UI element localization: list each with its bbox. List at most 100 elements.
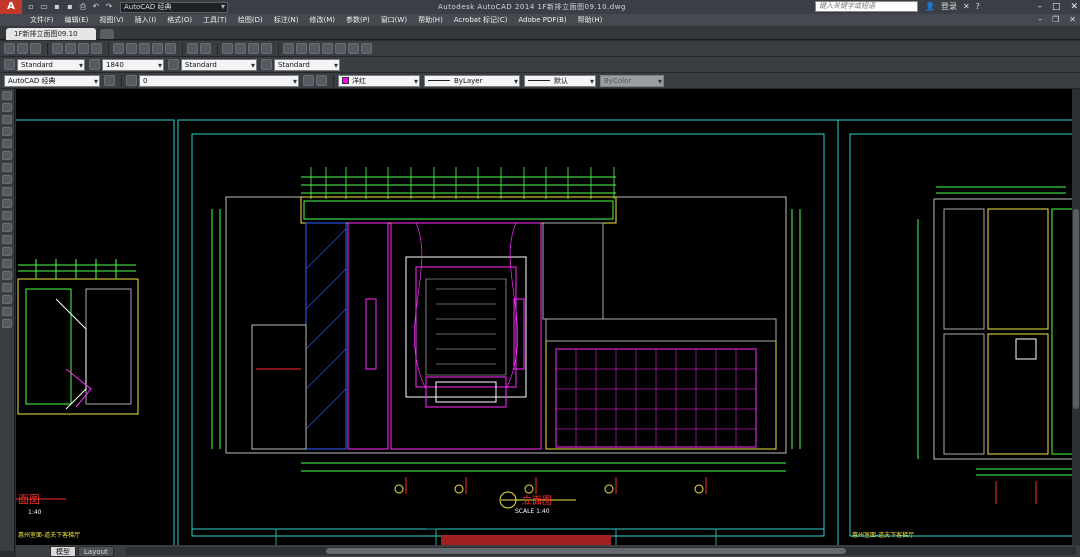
mleader-style-select[interactable]: Standard (274, 58, 340, 71)
preview-button[interactable] (65, 43, 76, 54)
help-icon[interactable]: ? (976, 0, 980, 14)
table-style-icon[interactable] (168, 59, 179, 70)
save-icon[interactable]: ▪ (52, 2, 62, 12)
drawing-canvas[interactable]: 面图 1:40 惠州室面-道夫下客梯厅 立面图 SCALE 1:40 惠州室面-… (16, 89, 1080, 545)
gradient-icon[interactable] (2, 271, 12, 280)
copy-button[interactable] (126, 43, 137, 54)
layer-select[interactable]: 0 (139, 74, 299, 87)
undo-button[interactable] (187, 43, 198, 54)
save-button[interactable] (30, 43, 41, 54)
plot-icon[interactable]: ⎙ (78, 2, 88, 12)
arc-icon[interactable] (2, 151, 12, 160)
zoom-window-button[interactable] (248, 43, 259, 54)
horizontal-scroll-thumb[interactable] (326, 548, 846, 554)
revcloud-icon[interactable] (2, 175, 12, 184)
menu-dimension[interactable]: 标注(N) (274, 15, 299, 25)
maximize-icon[interactable]: □ (1052, 0, 1061, 14)
user-icon[interactable]: 👤 (925, 0, 935, 14)
menu-help-2[interactable]: 帮助(H) (578, 15, 603, 25)
tab-model[interactable]: 模型 (50, 546, 76, 557)
menu-parametric[interactable]: 参数(P) (346, 15, 370, 25)
minimize-icon[interactable]: – (1037, 0, 1042, 14)
menu-edit[interactable]: 编辑(E) (65, 15, 89, 25)
menu-draw[interactable]: 绘图(D) (238, 15, 263, 25)
workspace-settings-icon[interactable] (104, 75, 115, 86)
color-select[interactable]: 洋红 (338, 74, 420, 87)
spline-icon[interactable] (2, 187, 12, 196)
new-tab-button[interactable] (100, 29, 114, 39)
workspace-combo[interactable]: AutoCAD 经典 (4, 74, 100, 87)
markup-button[interactable] (335, 43, 346, 54)
text-style-select[interactable]: Standard (17, 58, 85, 71)
close-icon[interactable]: ✕ (1070, 0, 1078, 14)
block-editor-button[interactable] (165, 43, 176, 54)
lineweight-select[interactable]: 默认 (524, 74, 596, 87)
doc-close-icon[interactable]: ✕ (1069, 14, 1076, 26)
workspace-select[interactable]: AutoCAD 经典 (120, 1, 228, 13)
match-properties-button[interactable] (152, 43, 163, 54)
open-icon[interactable]: ▭ (39, 2, 49, 12)
sheet-set-button[interactable] (322, 43, 333, 54)
undo-icon[interactable]: ↶ (91, 2, 101, 12)
saveas-icon[interactable]: ▪ (65, 2, 75, 12)
doc-minimize-icon[interactable]: – (1038, 14, 1042, 26)
menu-acrobat[interactable]: Acrobat 标记(C) (454, 15, 508, 25)
dim-style-icon[interactable] (89, 59, 100, 70)
3dprint-button[interactable] (91, 43, 102, 54)
layer-properties-icon[interactable] (126, 75, 137, 86)
signin-label[interactable]: 登录 (941, 0, 957, 14)
pan-button[interactable] (222, 43, 233, 54)
redo-icon[interactable]: ↷ (104, 2, 114, 12)
menu-view[interactable]: 视图(V) (99, 15, 123, 25)
layer-previous-icon[interactable] (316, 75, 327, 86)
rectangle-icon[interactable] (2, 139, 12, 148)
paste-button[interactable] (139, 43, 150, 54)
redo-button[interactable] (200, 43, 211, 54)
menu-tools[interactable]: 工具(T) (203, 15, 227, 25)
construction-line-icon[interactable] (2, 103, 12, 112)
make-block-icon[interactable] (2, 235, 12, 244)
hatch-icon[interactable] (2, 259, 12, 268)
line-tool-icon[interactable] (2, 91, 12, 100)
menu-adobe-pdf[interactable]: Adobe PDF(B) (518, 16, 566, 24)
insert-block-icon[interactable] (2, 223, 12, 232)
publish-button[interactable] (78, 43, 89, 54)
document-tab[interactable]: 1F新排立面图09.10 (6, 28, 96, 40)
linetype-select[interactable]: ByLayer (424, 74, 520, 87)
menu-insert[interactable]: 插入(I) (135, 15, 157, 25)
mtext-icon[interactable] (2, 307, 12, 316)
design-center-button[interactable] (296, 43, 307, 54)
tool-palettes-button[interactable] (309, 43, 320, 54)
table-icon[interactable] (2, 295, 12, 304)
quickcalc-button[interactable] (348, 43, 359, 54)
table-style-select[interactable]: Standard (181, 58, 257, 71)
menu-window[interactable]: 窗口(W) (381, 15, 407, 25)
cut-button[interactable] (113, 43, 124, 54)
vertical-scroll-thumb[interactable] (1073, 209, 1079, 409)
horizontal-scrollbar[interactable] (126, 547, 1076, 555)
text-style-icon[interactable] (4, 59, 15, 70)
doc-restore-icon[interactable]: ❐ (1052, 14, 1059, 26)
make-current-icon[interactable] (303, 75, 314, 86)
menu-format[interactable]: 格式(O) (167, 15, 192, 25)
dim-style-select[interactable]: 1840 (102, 58, 164, 71)
menu-help[interactable]: 帮助(H) (418, 15, 443, 25)
search-input[interactable]: 键入关键字或短语 (815, 1, 918, 12)
region-icon[interactable] (2, 283, 12, 292)
polygon-icon[interactable] (2, 127, 12, 136)
ellipse-arc-icon[interactable] (2, 211, 12, 220)
open-file-button[interactable] (17, 43, 28, 54)
menu-file[interactable]: 文件(F) (30, 15, 54, 25)
plotstyle-select[interactable]: ByColor (600, 74, 664, 87)
point-icon[interactable] (2, 247, 12, 256)
help-button[interactable] (361, 43, 372, 54)
mleader-style-icon[interactable] (261, 59, 272, 70)
zoom-realtime-button[interactable] (235, 43, 246, 54)
add-selected-icon[interactable] (2, 319, 12, 328)
exchange-icon[interactable]: ✕ (963, 0, 970, 14)
polyline-icon[interactable] (2, 115, 12, 124)
properties-button[interactable] (283, 43, 294, 54)
autocad-logo-icon[interactable]: A (0, 0, 22, 14)
new-file-button[interactable] (4, 43, 15, 54)
tab-layout[interactable]: Layout (78, 546, 114, 557)
